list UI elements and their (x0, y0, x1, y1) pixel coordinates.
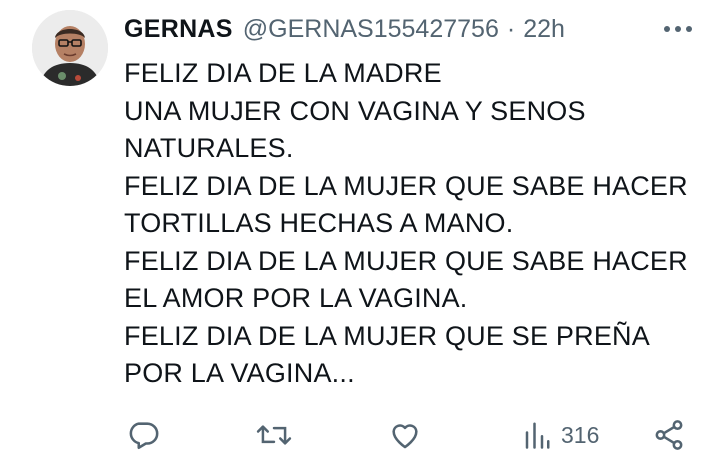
separator-dot: · (506, 14, 516, 43)
tweet-text-line: FELIZ DIA DE LA MADRE (124, 58, 442, 88)
heart-icon (392, 424, 418, 449)
share-icon (655, 420, 683, 450)
views-icon (525, 422, 550, 449)
timestamp[interactable]: 22h (523, 15, 565, 44)
tweet-text-line: EL AMOR POR LA VAGINA. (124, 283, 468, 313)
more-icon (664, 26, 692, 32)
views-count: 316 (561, 421, 600, 448)
tweet-text-line: UNA MUJER CON VAGINA Y SENOS (124, 95, 586, 126)
tweet-text-line: TORTILLAS HECHAS A MANO. (124, 208, 514, 238)
author-name[interactable]: GERNAS (124, 15, 233, 44)
tweet-text-line: FELIZ DIA DE LA MUJER QUE SABE HACER (124, 170, 688, 201)
share-button[interactable] (652, 413, 686, 457)
tweet-text-line: FELIZ DIA DE LA MUJER QUE SE PREÑA (124, 320, 650, 351)
avatar[interactable] (32, 10, 108, 86)
more-options-button[interactable] (658, 14, 698, 44)
views-button[interactable]: 316 (523, 413, 599, 457)
avatar-image (32, 10, 108, 86)
tweet-text-line: FELIZ DIA DE LA MUJER QUE SABE HACER (124, 245, 688, 276)
retweet-icon (256, 425, 292, 445)
retweet-button[interactable] (256, 413, 292, 457)
action-bar: 316 (0, 413, 720, 457)
reply-icon (129, 422, 159, 450)
like-button[interactable] (388, 413, 422, 457)
tweet-text-line: POR LA VAGINA... (124, 358, 355, 388)
tweet-header: GERNAS @GERNAS155427756 · 22h (124, 12, 565, 46)
reply-button[interactable] (126, 413, 160, 457)
author-handle[interactable]: @GERNAS155427756 (243, 15, 499, 44)
tweet-text-line: NATURALES. (124, 133, 294, 163)
tweet-text: FELIZ DIA DE LA MADRE UNA MUJER CON VAGI… (124, 55, 704, 393)
